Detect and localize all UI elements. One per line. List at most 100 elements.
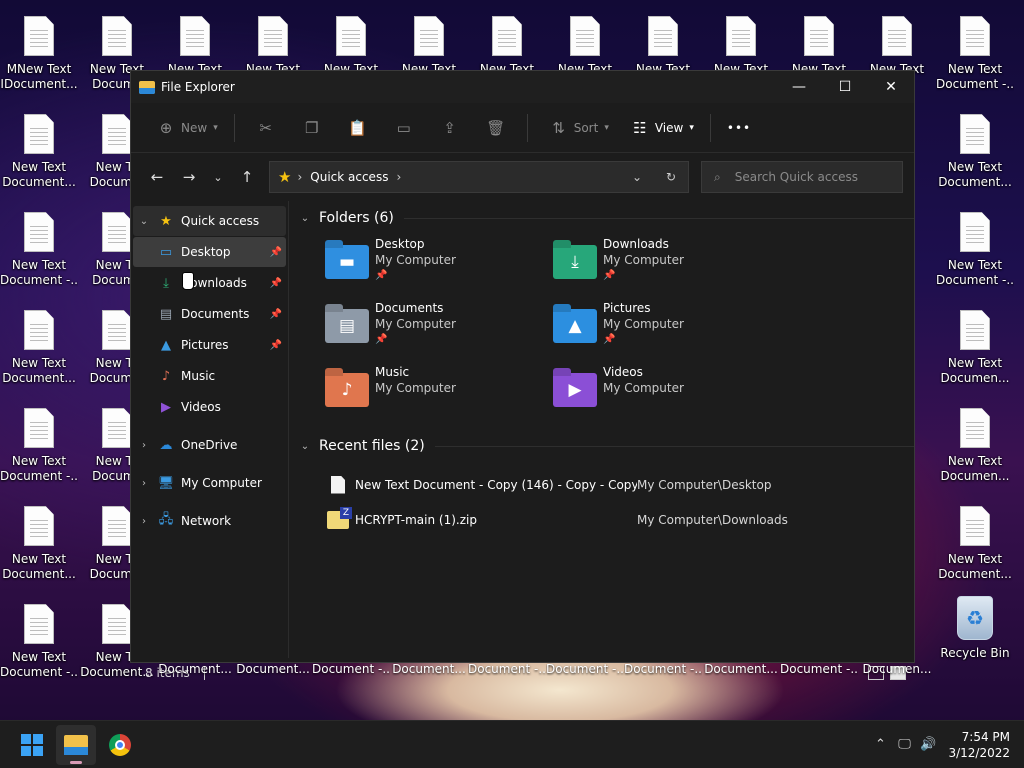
desktop-icon: ▭	[159, 244, 173, 260]
clock[interactable]: 7:54 PM 3/12/2022	[948, 729, 1010, 761]
sidebar-item-network[interactable]: › 🖧 Network	[133, 506, 286, 536]
sort-button[interactable]: ⇅ Sort ▾	[536, 112, 617, 144]
folders-section-header[interactable]: ⌄ Folders (6)	[297, 203, 914, 233]
text-file-icon	[960, 506, 990, 546]
share-button[interactable]: ⇪	[427, 112, 473, 144]
desktop-file-icon[interactable]: New Text Document -...	[0, 594, 78, 690]
arrow-right-icon: →	[182, 168, 196, 186]
rename-button[interactable]: ▭	[381, 112, 427, 144]
forward-button[interactable]: →	[173, 162, 205, 192]
desktop-file-icon[interactable]: MNew Text IDocument...	[0, 6, 78, 102]
desktop-file-icon[interactable]: New Text Document -...	[936, 202, 1014, 298]
network-tray-icon[interactable]: 🖵	[892, 737, 916, 752]
sidebar-item-downloads[interactable]: ⤓ Downloads 📌	[133, 268, 286, 298]
folder-tile-pictures[interactable]: ▲ Pictures My Computer 📌	[553, 299, 781, 363]
desktop-folder-icon: ▬	[325, 245, 369, 279]
desktop-file-icon[interactable]: New Text Document...	[936, 496, 1014, 592]
folder-tile-downloads[interactable]: ⤓ Downloads My Computer 📌	[553, 235, 781, 299]
paste-button[interactable]: 📋	[335, 112, 381, 144]
chevron-right-icon[interactable]: ›	[396, 170, 401, 184]
taskbar-chrome[interactable]	[100, 725, 140, 765]
sidebar-item-quick-access[interactable]: ⌄ ★ Quick access	[133, 206, 286, 236]
text-file-icon	[258, 16, 288, 56]
desktop-recycle-bin[interactable]: ♻ Recycle Bin	[936, 596, 1014, 692]
folder-tile-documents[interactable]: ▤ Documents My Computer 📌	[325, 299, 553, 363]
desktop-file-label[interactable]: Document...	[234, 662, 312, 676]
desktop-file-icon[interactable]: New Text Document -...	[0, 398, 78, 494]
trash-icon: 🗑	[486, 118, 506, 137]
desktop-file-icon[interactable]: New Text Documen...	[936, 398, 1014, 494]
desktop-file-label[interactable]: Document -...	[624, 662, 702, 676]
more-options-button[interactable]: •••	[719, 112, 759, 144]
recent-files-section-header[interactable]: ⌄ Recent files (2)	[297, 431, 914, 461]
toolbar-divider	[233, 113, 235, 142]
desktop-file-label[interactable]: Document -...	[312, 662, 390, 676]
view-button[interactable]: ☷ View ▾	[617, 112, 702, 144]
address-history-button[interactable]: ⌄	[620, 170, 654, 184]
sidebar-item-videos[interactable]: ▶ Videos	[133, 392, 286, 422]
text-file-icon	[24, 16, 54, 56]
mouse-cursor-icon	[182, 272, 194, 290]
chevron-right-icon[interactable]: ›	[133, 440, 155, 451]
content-pane: ⌄ Folders (6) ▬ Desktop My Computer 📌 ⤓ Do…	[289, 201, 914, 658]
show-hidden-icons-button[interactable]: ⌃	[868, 737, 892, 752]
new-button[interactable]: ⊕ New ▾	[143, 112, 226, 144]
chevron-down-icon: ▾	[604, 122, 609, 133]
title-bar[interactable]: File Explorer — ☐ ✕	[131, 71, 914, 103]
desktop-file-label[interactable]: Document...	[702, 662, 780, 676]
sidebar-item-music[interactable]: ♪ Music	[133, 361, 286, 391]
desktop-file-icon[interactable]: New Text Document...	[0, 496, 78, 592]
cut-button[interactable]: ✂	[243, 112, 289, 144]
file-explorer-window: File Explorer — ☐ ✕ ⊕ New ▾ ✂ ❐ 📋 ▭ ⇪ 🗑 …	[130, 70, 915, 680]
breadcrumb-quick-access[interactable]: Quick access	[310, 170, 388, 184]
recent-file-row[interactable]: New Text Document - Copy (146) - Copy - …	[323, 467, 914, 502]
desktop-file-icon[interactable]: New Text Document...	[0, 104, 78, 200]
search-input[interactable]	[734, 170, 885, 184]
desktop-file-label[interactable]: Document -...	[468, 662, 546, 676]
sidebar-item-onedrive[interactable]: › ☁ OneDrive	[133, 430, 286, 460]
address-bar[interactable]: ★ › Quick access › ⌄ ↻	[269, 161, 689, 193]
refresh-button[interactable]: ↻	[654, 170, 688, 184]
sidebar-item-desktop[interactable]: ▭ Desktop 📌	[133, 237, 286, 267]
folder-tile-desktop[interactable]: ▬ Desktop My Computer 📌	[325, 235, 553, 299]
desktop-file-label[interactable]: Documen...	[858, 662, 936, 676]
sidebar-item-my-computer[interactable]: › 🖥 My Computer	[133, 468, 286, 498]
desktop-file-label[interactable]: Document -...	[780, 662, 858, 676]
close-button[interactable]: ✕	[868, 71, 914, 103]
download-icon: ⤓	[163, 275, 169, 291]
search-box[interactable]: ⌕	[701, 161, 903, 193]
chevron-down-icon: ▾	[213, 122, 218, 133]
chevron-right-icon[interactable]: ›	[133, 478, 155, 489]
sidebar-item-pictures[interactable]: ▲ Pictures 📌	[133, 330, 286, 360]
desktop-file-label[interactable]: Document...	[390, 662, 468, 676]
copy-button[interactable]: ❐	[289, 112, 335, 144]
desktop-file-icon[interactable]: New Text Document...	[936, 104, 1014, 200]
text-file-icon	[24, 506, 54, 546]
refresh-icon: ↻	[665, 170, 677, 184]
sidebar-item-documents[interactable]: ▤ Documents 📌	[133, 299, 286, 329]
folder-tile-videos[interactable]: ▶ Videos My Computer	[553, 363, 781, 427]
documents-icon: ▤	[159, 306, 173, 322]
up-button[interactable]: ↑	[231, 162, 263, 192]
start-button[interactable]	[12, 725, 52, 765]
desktop-file-label[interactable]: Document -...	[546, 662, 624, 676]
recent-locations-button[interactable]: ⌄	[205, 162, 231, 192]
volume-tray-icon[interactable]: 🔊	[916, 737, 940, 752]
command-bar: ⊕ New ▾ ✂ ❐ 📋 ▭ ⇪ 🗑 ⇅ Sort ▾ ☷ View ▾ ••…	[131, 103, 914, 153]
taskbar-file-explorer[interactable]	[56, 724, 96, 765]
recent-file-row[interactable]: HCRYPT-main (1).zip My Computer\Download…	[323, 502, 914, 537]
back-button[interactable]: ←	[141, 162, 173, 192]
desktop-file-icon[interactable]: New Text Document -...	[0, 202, 78, 298]
chevron-down-icon[interactable]: ⌄	[133, 216, 155, 227]
desktop-file-label[interactable]: Document...	[156, 662, 234, 676]
delete-button[interactable]: 🗑	[473, 112, 519, 144]
minimize-button[interactable]: —	[776, 71, 822, 103]
arrow-left-icon: ←	[150, 168, 164, 186]
maximize-button[interactable]: ☐	[822, 71, 868, 103]
arrow-up-icon: ↑	[240, 168, 254, 186]
desktop-file-icon[interactable]: New Text Documen...	[936, 300, 1014, 396]
desktop-file-icon[interactable]: New Text Document -...	[936, 6, 1014, 102]
folder-tile-music[interactable]: ♪ Music My Computer	[325, 363, 553, 427]
desktop-file-icon[interactable]: New Text Document...	[0, 300, 78, 396]
chevron-right-icon[interactable]: ›	[133, 516, 155, 527]
